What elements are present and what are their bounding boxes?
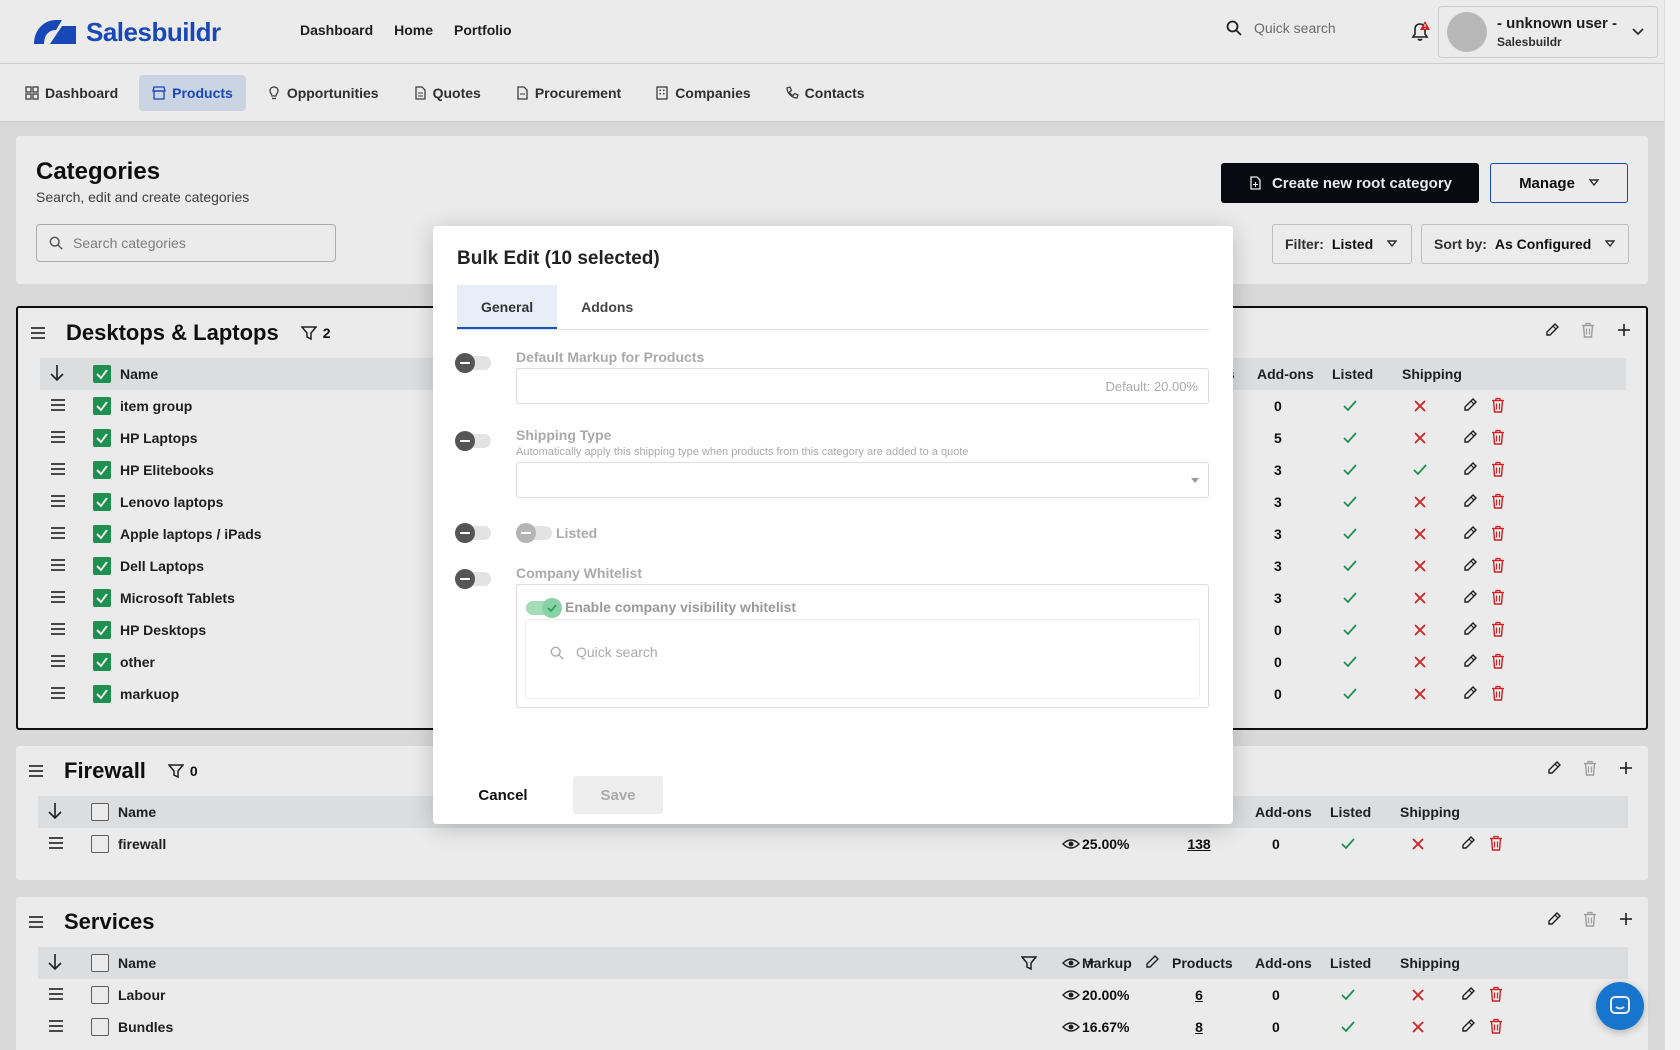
cancel-button[interactable]: Cancel: [457, 776, 549, 814]
whitelist-panel: Enable company visibility whitelist Quic…: [516, 584, 1209, 708]
caret-down-icon: [1191, 478, 1199, 483]
whitelist-label: Company Whitelist: [516, 565, 643, 581]
tab-general[interactable]: General: [457, 285, 558, 329]
whitelist-toggle-label: Enable company visibility whitelist: [565, 599, 797, 615]
tab-addons[interactable]: Addons: [557, 285, 657, 329]
whitelist-visibility-toggle[interactable]: [526, 598, 562, 618]
markup-input[interactable]: Default: 20.00%: [516, 368, 1209, 404]
shipping-label: Shipping Type: [516, 427, 612, 443]
search-icon: [550, 646, 564, 660]
listed-enable-toggle[interactable]: [455, 523, 491, 543]
save-button[interactable]: Save: [573, 776, 663, 814]
whitelist-enable-toggle[interactable]: [455, 569, 491, 589]
shipping-help-text: Automatically apply this shipping type w…: [516, 446, 969, 458]
markup-placeholder: Default: 20.00%: [1105, 379, 1198, 394]
check-icon: [547, 604, 557, 613]
listed-label: Listed: [556, 525, 598, 541]
modal-title: Bulk Edit (10 selected): [457, 248, 660, 269]
shipping-enable-toggle[interactable]: [455, 431, 491, 451]
listed-toggle[interactable]: [516, 523, 552, 543]
markup-enable-toggle[interactable]: [455, 353, 491, 373]
whitelist-company-list: Quick search: [525, 619, 1200, 699]
page-scrollbar[interactable]: [1664, 0, 1680, 1050]
shipping-type-select[interactable]: [516, 462, 1209, 498]
whitelist-search-input[interactable]: Quick search: [576, 644, 658, 660]
markup-label: Default Markup for Products: [516, 349, 705, 365]
bulk-edit-modal: Bulk Edit (10 selected) General Addons D…: [433, 226, 1233, 824]
modal-tabs: General Addons: [457, 285, 1209, 330]
